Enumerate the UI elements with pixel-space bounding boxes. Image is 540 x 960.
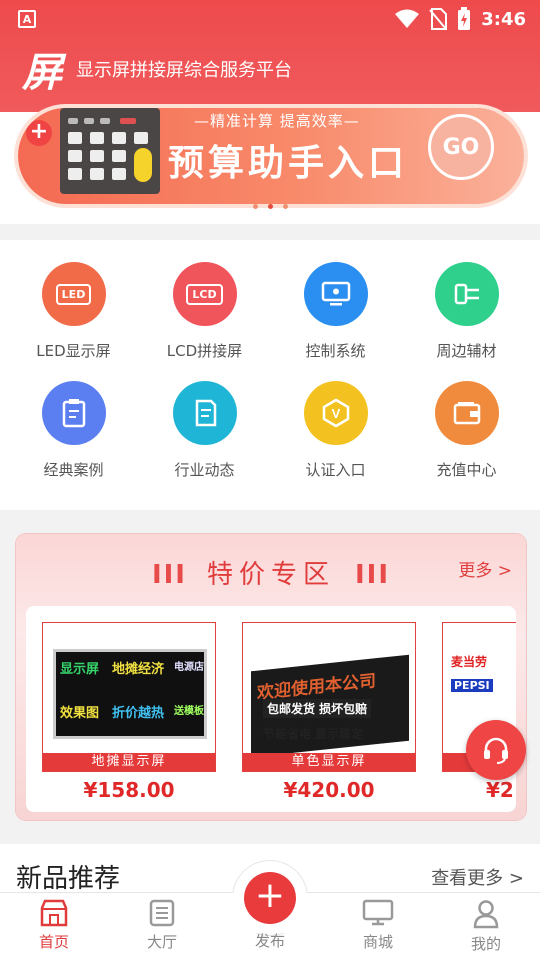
banner-dot-active xyxy=(267,204,273,209)
no-sim-icon xyxy=(429,8,448,30)
cable-icon xyxy=(434,262,499,326)
new-products-more-link[interactable]: 查看更多 > xyxy=(431,864,524,890)
category-label: LED显示屏 xyxy=(36,342,111,360)
clock: 3:46 xyxy=(481,8,526,30)
product-price: ¥158.00 xyxy=(83,778,175,802)
status-bar: A 3:46 xyxy=(0,0,540,38)
tab-label: 我的 xyxy=(470,935,501,953)
monitor-gear-icon xyxy=(303,262,368,326)
platform-title: 显示屏拼接屏综合服务平台 xyxy=(76,60,292,81)
category-lcd-splicing[interactable]: LCD LCD拼接屏 xyxy=(139,262,270,381)
product-price: ¥420.00 xyxy=(283,778,375,802)
special-products-carousel[interactable]: 显示屏 地摊经济 电源店 效果图 折价越热 送模板 地摊显示屏 ¥158.00 … xyxy=(26,606,516,812)
tab-hall[interactable]: 大厅 xyxy=(108,893,216,960)
plus-icon: + xyxy=(26,120,52,146)
banner-dot xyxy=(252,204,258,209)
publish-label: 发布 xyxy=(254,932,285,950)
led-icon: LED xyxy=(41,262,106,326)
brand-logo: 屏 xyxy=(22,49,62,96)
tab-mall[interactable]: 商城 xyxy=(324,893,432,960)
special-title: 特价专区 xyxy=(206,560,335,590)
led-icon-text: LED xyxy=(55,283,92,305)
decor-bars-left: III xyxy=(151,560,187,590)
category-grid: LED LED显示屏 LCD LCD拼接屏 控制系统 周边辅材 经典案例 行业动… xyxy=(0,240,540,510)
category-label: 经典案例 xyxy=(43,461,104,479)
category-accessories[interactable]: 周边辅材 xyxy=(401,262,532,381)
user-icon xyxy=(473,900,499,929)
product-card[interactable]: 显示屏 地摊经济 电源店 效果图 折价越热 送模板 地摊显示屏 ¥158.00 xyxy=(42,622,216,802)
go-button[interactable]: GO xyxy=(428,114,494,180)
product-image: 显示屏 地摊经济 电源店 效果图 折价越热 送模板 地摊显示屏 xyxy=(42,622,216,772)
clipboard-icon xyxy=(41,381,106,445)
banner-section: + —精准计算 提高效率— 预算助手入口 GO xyxy=(0,108,540,224)
tab-label: 商城 xyxy=(362,933,393,951)
tab-label: 大厅 xyxy=(146,933,177,951)
category-led-display[interactable]: LED LED显示屏 xyxy=(8,262,139,381)
wifi-icon xyxy=(395,9,420,28)
document-hand-icon xyxy=(172,381,237,445)
headset-icon xyxy=(484,737,508,764)
category-label: 认证入口 xyxy=(305,461,366,479)
category-industry-news[interactable]: 行业动态 xyxy=(139,381,270,500)
decor-bars-right: III xyxy=(355,560,391,590)
category-label: 周边辅材 xyxy=(436,342,497,360)
led-screen-image: 显示屏 地摊经济 电源店 效果图 折价越热 送模板 xyxy=(53,649,207,739)
tab-mine[interactable]: 我的 xyxy=(432,893,540,960)
category-label: 行业动态 xyxy=(174,461,235,479)
product-card[interactable]: 欢迎使用本公司 包邮发货 损坏包赔 节能省电 显示稳定 单色显示屏 ¥420.0… xyxy=(242,622,416,802)
product-price: ¥2 xyxy=(486,778,514,802)
battery-charging-icon xyxy=(458,7,471,30)
category-control-system[interactable]: 控制系统 xyxy=(270,262,401,381)
product-caption: 地摊显示屏 xyxy=(43,753,215,771)
category-label: 充值中心 xyxy=(436,461,497,479)
lcd-icon-text: LCD xyxy=(186,283,223,305)
verified-icon: V xyxy=(303,381,368,445)
svg-text:V: V xyxy=(331,406,340,421)
calculator-icon xyxy=(60,108,160,194)
special-more-link[interactable]: 更多 > xyxy=(458,556,512,581)
category-classic-cases[interactable]: 经典案例 xyxy=(8,381,139,500)
category-certification[interactable]: V 认证入口 xyxy=(270,381,401,500)
banner-title: 预算助手入口 xyxy=(168,143,409,184)
tab-home[interactable]: 首页 xyxy=(0,893,108,960)
banner-dot xyxy=(282,204,288,209)
lcd-icon: LCD xyxy=(172,262,237,326)
publish-button[interactable]: + xyxy=(244,872,296,924)
list-icon xyxy=(149,899,175,927)
banner-pagination xyxy=(0,204,540,209)
category-recharge[interactable]: 充值中心 xyxy=(401,381,532,500)
special-price-section: III 特价专区 III 更多 > 显示屏 地摊经济 电源店 效果图 折价越热 送模… xyxy=(16,534,526,820)
store-icon xyxy=(40,899,68,927)
special-title-row: III 特价专区 III xyxy=(16,554,526,591)
category-label: LCD拼接屏 xyxy=(166,342,243,360)
category-label: 控制系统 xyxy=(305,342,366,360)
monitor-icon xyxy=(362,899,394,926)
product-caption: 单色显示屏 xyxy=(243,753,415,771)
product-image: 欢迎使用本公司 包邮发货 损坏包赔 节能省电 显示稳定 单色显示屏 xyxy=(242,622,416,772)
tab-label: 首页 xyxy=(38,933,69,951)
app-header: A 3:46 屏 显示屏拼接屏综合服务平台 xyxy=(0,0,540,112)
banner-subtitle: —精准计算 提高效率— xyxy=(194,112,360,130)
new-products-title: 新品推荐 xyxy=(16,864,121,894)
customer-service-button[interactable] xyxy=(466,720,526,780)
wallet-icon xyxy=(434,381,499,445)
budget-assistant-banner[interactable]: + —精准计算 提高效率— 预算助手入口 GO xyxy=(18,108,524,204)
brand-row: 屏 显示屏拼接屏综合服务平台 xyxy=(0,44,540,96)
app-notification-icon: A xyxy=(18,10,36,28)
